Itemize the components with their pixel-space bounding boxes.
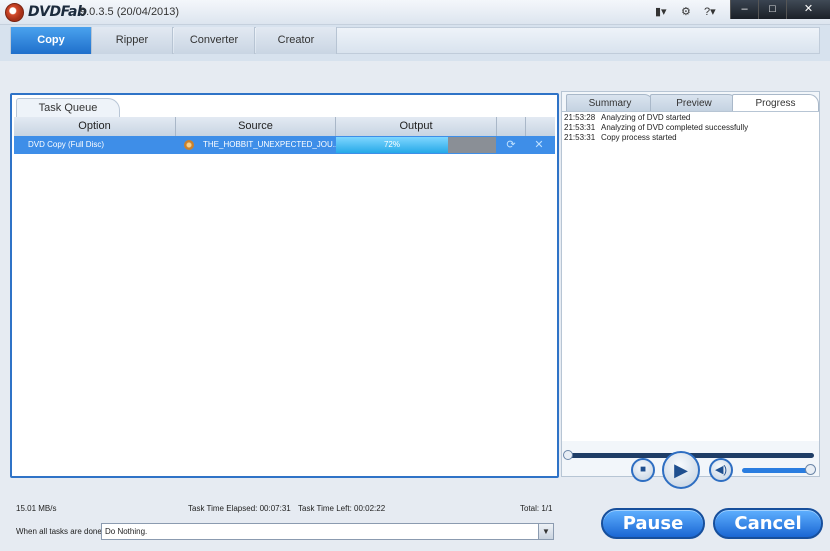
- tab-progress[interactable]: Progress: [732, 94, 819, 112]
- app-brand: DVDFab: [28, 4, 87, 20]
- dvdfab-logo-icon: [5, 3, 24, 22]
- column-remove: [526, 117, 555, 136]
- volume-icon[interactable]: ◀): [709, 458, 733, 482]
- row-option: DVD Copy (Full Disc): [28, 140, 105, 149]
- progress-log: 21:53:28 Analyzing of DVD started 21:53:3…: [562, 111, 819, 441]
- title-bar: DVDFab 9.0.3.5 (20/04/2013) ▮▾ ⚙ ?▾ – □ …: [0, 0, 830, 25]
- remove-icon[interactable]: ✕: [532, 138, 546, 152]
- tab-preview[interactable]: Preview: [650, 94, 738, 112]
- dvd-source-icon: [184, 140, 194, 150]
- completion-label: When all tasks are done:: [16, 527, 105, 536]
- table-row[interactable]: DVD Copy (Full Disc) THE_HOBBIT_UNEXPECT…: [14, 136, 555, 154]
- column-action: [497, 117, 526, 136]
- window-controls: – □ ✕: [730, 0, 830, 19]
- layout-menu-icon[interactable]: ▮▾: [655, 5, 667, 18]
- completion-value: Do Nothing.: [105, 527, 148, 536]
- tab-task-queue[interactable]: Task Queue: [16, 98, 120, 118]
- player-controls: ■ ▶ ◀): [601, 450, 821, 490]
- seek-knob[interactable]: [563, 450, 573, 460]
- gear-icon[interactable]: ⚙: [681, 5, 691, 18]
- volume-knob[interactable]: [805, 464, 816, 475]
- log-line: 21:53:31 Copy process started: [564, 133, 677, 142]
- tab-creator[interactable]: Creator: [256, 27, 337, 54]
- completion-select[interactable]: Do Nothing. ▼: [101, 523, 554, 540]
- chevron-down-icon[interactable]: ▼: [538, 524, 553, 539]
- tab-converter[interactable]: Converter: [174, 27, 255, 54]
- main-tab-bar: Copy Ripper Converter Creator: [0, 25, 830, 61]
- close-button[interactable]: ✕: [786, 0, 830, 19]
- maximize-button[interactable]: □: [758, 0, 786, 19]
- minimize-button[interactable]: –: [730, 0, 758, 19]
- app-version: 9.0.3.5 (20/04/2013): [80, 6, 180, 18]
- refresh-icon[interactable]: ⟳: [504, 138, 518, 152]
- log-line: 21:53:28 Analyzing of DVD started: [564, 113, 691, 122]
- volume-slider[interactable]: [742, 468, 812, 473]
- time-elapsed: Task Time Elapsed: 00:07:31: [188, 504, 291, 513]
- log-line: 21:53:31 Analyzing of DVD completed succe…: [564, 123, 749, 132]
- task-queue-panel: Task Queue Option Source Output DVD Copy…: [10, 93, 559, 478]
- row-source: THE_HOBBIT_UNEXPECTED_JOU...: [203, 140, 340, 149]
- output-progress-bar: 72%: [336, 137, 496, 153]
- help-menu-icon[interactable]: ?▾: [704, 5, 716, 18]
- tab-copy[interactable]: Copy: [11, 27, 92, 54]
- tab-summary[interactable]: Summary: [566, 94, 654, 112]
- pause-button[interactable]: Pause: [601, 508, 705, 539]
- progress-percent: 72%: [383, 140, 400, 149]
- content-area: Task Queue Option Source Output DVD Copy…: [0, 61, 830, 551]
- stop-icon[interactable]: ■: [631, 458, 655, 482]
- task-total: Total: 1/1: [520, 504, 553, 513]
- play-icon[interactable]: ▶: [662, 451, 700, 489]
- transfer-speed: 15.01 MB/s: [16, 504, 57, 513]
- column-source[interactable]: Source: [176, 117, 336, 136]
- column-output[interactable]: Output: [336, 117, 497, 136]
- column-option[interactable]: Option: [14, 117, 176, 136]
- time-left: Task Time Left: 00:02:22: [298, 504, 386, 513]
- cancel-button[interactable]: Cancel: [713, 508, 823, 539]
- info-panel: Summary Preview Progress 21:53:28 Analyzi…: [561, 91, 820, 477]
- tab-ripper[interactable]: Ripper: [92, 27, 173, 54]
